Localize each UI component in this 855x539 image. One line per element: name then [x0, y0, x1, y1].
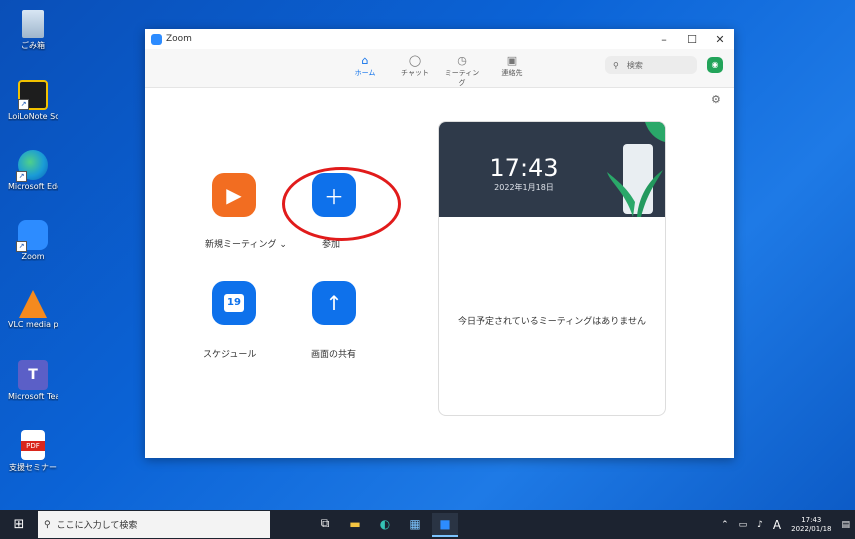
- edge-icon: ↗: [16, 150, 48, 182]
- file-explorer-icon[interactable]: ▬: [342, 513, 368, 535]
- home-icon: ⌂: [361, 54, 369, 67]
- vlc-cone-icon: [19, 290, 47, 318]
- tab-chat[interactable]: ◯ チャット: [395, 54, 435, 78]
- zoom-taskbar-icon[interactable]: ■: [432, 512, 458, 537]
- top-nav: ⌂ ホーム ◯ チャット ◷ ミーティング ▣ 連絡先 ⚲ 検索 ◉: [145, 49, 734, 88]
- notification-icon[interactable]: ▤: [841, 520, 850, 530]
- recycle-bin-icon: [22, 10, 44, 38]
- chat-bubble-icon: ◯: [408, 54, 422, 67]
- clock[interactable]: 17:43 2022/01/18: [791, 516, 831, 534]
- desktop-icon-label: Zoom: [21, 252, 45, 261]
- close-button[interactable]: ✕: [706, 33, 734, 46]
- tab-label: 連絡先: [501, 69, 523, 77]
- desktop-icon-label: LoiLoNote School: [8, 112, 58, 121]
- taskbar-search-placeholder: ここに入力して検索: [56, 521, 138, 531]
- new-meeting-button[interactable]: ▶: [212, 173, 256, 217]
- tab-home[interactable]: ⌂ ホーム: [345, 54, 385, 78]
- store-icon[interactable]: ▦: [402, 513, 428, 535]
- desktop-icon-teams[interactable]: T Microsoft Teams: [8, 360, 58, 401]
- clock-date: 2022/01/18: [791, 524, 832, 533]
- shortcut-arrow-icon: ↗: [16, 171, 27, 182]
- schedule-label: スケジュール: [203, 350, 257, 360]
- system-tray: ⌃ ▭ ♪ A 17:43 2022/01/18 ▤: [716, 516, 855, 534]
- taskbar: ⊞ ⚲ ここに入力して検索 ⧉ ▬ ◐ ▦ ■ ⌃ ▭ ♪ A 17:43 20…: [0, 510, 855, 539]
- clock-banner: 17:43 2022年1月18日: [439, 122, 665, 217]
- arrow-up-icon: ↑: [325, 291, 343, 315]
- desktop-icon-label: Microsoft Edge: [8, 182, 58, 191]
- maximize-button[interactable]: ☐: [678, 33, 706, 46]
- task-view-icon[interactable]: ⧉: [312, 513, 338, 535]
- tab-label: ホーム: [354, 69, 376, 77]
- loilonote-icon: ↗: [18, 80, 48, 110]
- clock-date: 2022年1月18日: [494, 183, 554, 192]
- schedule-button[interactable]: 19: [212, 281, 256, 325]
- shortcut-arrow-icon: ↗: [18, 99, 29, 110]
- contacts-icon: ▣: [506, 54, 518, 67]
- desktop-icon-zoom[interactable]: ↗ Zoom: [8, 220, 58, 261]
- settings-gear-icon[interactable]: ⚙: [711, 93, 721, 106]
- calendar-icon: 19: [224, 294, 244, 312]
- volume-icon[interactable]: ♪: [757, 520, 763, 530]
- edge-taskbar-icon[interactable]: ◐: [372, 513, 398, 535]
- windows-start-icon[interactable]: ⊞: [0, 517, 38, 532]
- desktop-icon-label: 支援セミナー: [9, 463, 57, 472]
- pdf-file-icon: PDF: [21, 430, 45, 460]
- minimize-button[interactable]: –: [650, 33, 678, 46]
- tab-meetings[interactable]: ◷ ミーティング: [442, 54, 482, 88]
- title-bar: Zoom – ☐ ✕: [145, 29, 734, 49]
- shortcut-arrow-icon: ↗: [16, 241, 27, 252]
- network-icon[interactable]: ▭: [739, 520, 748, 530]
- search-icon: ⚲: [44, 519, 51, 530]
- clock-icon: ◷: [457, 54, 467, 67]
- search-icon: ⚲: [613, 60, 619, 70]
- upcoming-meetings-card: 17:43 2022年1月18日 今日予定されているミーティングはありません: [438, 121, 666, 416]
- desktop-icon-label: Microsoft Teams: [8, 392, 58, 401]
- no-meetings-message: 今日予定されているミーティングはありません: [458, 317, 646, 327]
- zoom-icon: ↗: [16, 220, 48, 252]
- share-screen-label: 画面の共有: [311, 350, 357, 360]
- clock-time: 17:43: [801, 515, 822, 524]
- chevron-up-icon[interactable]: ⌃: [721, 520, 729, 530]
- search-input[interactable]: ⚲ 検索: [605, 56, 697, 74]
- zoom-window: Zoom – ☐ ✕ ⌂ ホーム ◯ チャット ◷ ミーティング ▣ 連絡先 ⚲…: [145, 29, 734, 458]
- taskbar-search-input[interactable]: ⚲ ここに入力して検索: [38, 511, 270, 538]
- tab-label: チャット: [401, 69, 429, 77]
- share-screen-button[interactable]: ↑: [312, 281, 356, 325]
- ime-indicator[interactable]: A: [773, 518, 781, 532]
- tab-contacts[interactable]: ▣ 連絡先: [492, 54, 532, 78]
- plant-illustration-icon: [607, 122, 665, 217]
- teams-icon: T: [18, 360, 48, 390]
- desktop-icon-loilonote[interactable]: ↗ LoiLoNote School: [8, 80, 58, 121]
- video-off-icon: ▶: [226, 183, 242, 207]
- desktop-icon-vlc[interactable]: VLC media player: [8, 290, 58, 329]
- search-placeholder: 検索: [626, 60, 643, 70]
- avatar[interactable]: ◉: [707, 57, 723, 73]
- clock-time: 17:43: [489, 154, 559, 182]
- annotation-circle: [282, 167, 401, 241]
- desktop-icon-label: VLC media player: [8, 320, 58, 329]
- desktop-icon-label: ごみ箱: [21, 41, 45, 50]
- tab-label: ミーティング: [444, 69, 480, 87]
- window-title: Zoom: [166, 34, 192, 44]
- desktop-icon-edge[interactable]: ↗ Microsoft Edge: [8, 150, 58, 191]
- desktop-icon-pdf[interactable]: PDF 支援セミナー: [8, 430, 58, 473]
- zoom-logo-icon: [151, 33, 162, 45]
- desktop-icon-recycle-bin[interactable]: ごみ箱: [8, 10, 58, 51]
- new-meeting-label: 新規ミーティング ⌄: [205, 240, 287, 250]
